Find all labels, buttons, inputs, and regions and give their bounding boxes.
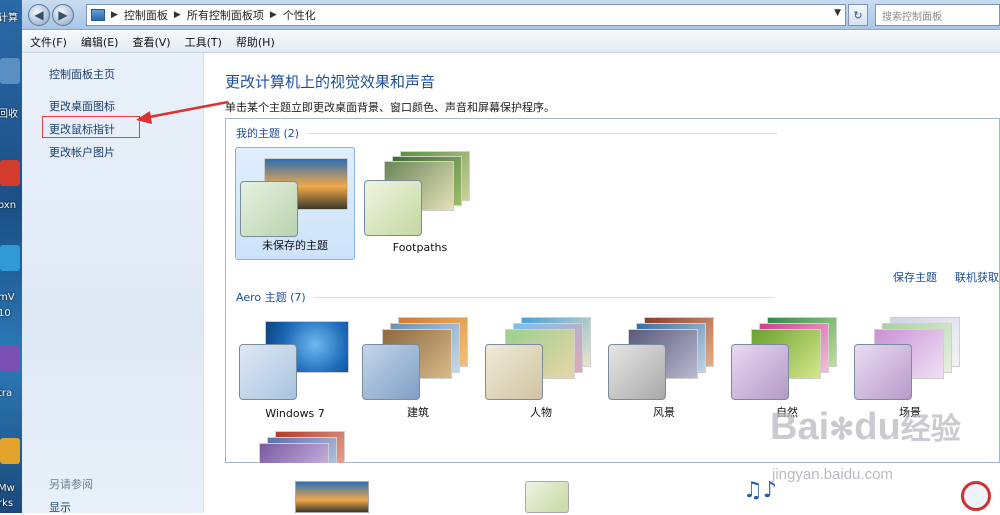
page-title: 更改计算机上的视觉效果和声音	[225, 73, 436, 91]
menu-help[interactable]: 帮助(H)	[236, 34, 275, 50]
window-color-swatch	[240, 181, 298, 237]
desktop-label: mV	[0, 292, 15, 303]
nav-control-panel-home[interactable]: 控制面板主页	[49, 66, 115, 82]
breadcrumb-chevron-icon: ▶	[111, 10, 118, 20]
breadcrumb-personalization[interactable]: 个性化	[283, 7, 316, 23]
theme-label: 人物	[530, 406, 552, 419]
address-bar-row: ◀ ▶ ▶ 控制面板 ▶ 所有控制面板项 ▶ 个性化 ▼ ↻ 搜索控制面板	[22, 0, 1000, 30]
menu-edit[interactable]: 编辑(E)	[81, 34, 119, 50]
nav-change-mouse-pointer[interactable]: 更改鼠标指针	[49, 121, 115, 137]
recycle-bin-icon[interactable]	[0, 58, 20, 84]
menu-tools[interactable]: 工具(T)	[185, 34, 222, 50]
watermark-brand: Bai	[770, 406, 830, 448]
theme-label: Windows 7	[265, 407, 325, 420]
save-theme-link[interactable]: 保存主题	[893, 269, 937, 285]
menu-view[interactable]: 查看(V)	[132, 34, 170, 50]
theme-label: 建筑	[407, 406, 429, 419]
watermark-url: jingyan.baidu.com	[772, 466, 893, 483]
desktop-label: Mw	[0, 483, 15, 494]
app-icon[interactable]	[0, 160, 20, 186]
window-color-swatch	[364, 180, 422, 236]
nav-change-account-picture[interactable]: 更改帐户图片	[49, 144, 115, 160]
teamviewer-icon[interactable]	[0, 245, 20, 271]
theme-label: 未保存的主题	[262, 239, 328, 252]
breadcrumb-chevron-icon: ▶	[269, 10, 277, 20]
aero-themes-group: Aero 主题 (7)	[236, 289, 774, 305]
get-more-themes-online-link[interactable]: 联机获取	[955, 269, 999, 285]
search-input[interactable]: 搜索控制面板	[875, 4, 1000, 26]
desktop-label: 回收	[0, 109, 18, 120]
refresh-button[interactable]: ↻	[848, 4, 868, 26]
forward-button[interactable]: ▶	[52, 4, 74, 26]
desktop-label: oxn	[0, 200, 17, 211]
breadcrumb-all-items[interactable]: 所有控制面板项	[187, 7, 264, 23]
page-subtitle: 单击某个主题立即更改桌面背景、窗口颜色、声音和屏幕保护程序。	[225, 101, 555, 114]
watermark-brand: du	[854, 406, 901, 448]
app-icon[interactable]	[0, 438, 20, 464]
theme-characters[interactable]: 人物	[481, 313, 601, 426]
theme-windows7[interactable]: Windows 7	[235, 313, 355, 426]
theme-footpaths[interactable]: Footpaths	[360, 147, 480, 260]
my-themes-label: 我的主题 (2)	[236, 127, 300, 140]
theme-aero-7[interactable]	[235, 427, 355, 463]
desktop-label: 计算	[0, 13, 18, 24]
theme-landscapes[interactable]: 风景	[604, 313, 724, 426]
theme-actions: 保存主题 联机获取	[893, 269, 999, 285]
screensaver-none-icon[interactable]	[961, 481, 991, 511]
breadcrumb-chevron-icon: ▶	[173, 10, 181, 20]
desktop-label: 10	[0, 308, 11, 319]
desktop-label: rks	[0, 498, 14, 509]
watermark: Bai✻du经验 jingyan.baidu.com	[770, 404, 961, 483]
nav-change-desktop-icons[interactable]: 更改桌面图标	[49, 98, 115, 114]
annotation-arrow-icon	[136, 100, 229, 124]
desktop-strip: 计算 回收 oxn mV 10 tra Mw rks	[0, 0, 22, 513]
theme-label: 风景	[653, 406, 675, 419]
theme-unsaved[interactable]: 未保存的主题	[235, 147, 355, 260]
menu-file[interactable]: 文件(F)	[30, 34, 67, 50]
address-field[interactable]: ▶ 控制面板 ▶ 所有控制面板项 ▶ 个性化 ▼	[86, 4, 846, 26]
theme-architecture[interactable]: 建筑	[358, 313, 478, 426]
menu-bar: 文件(F) 编辑(E) 查看(V) 工具(T) 帮助(H)	[22, 31, 1000, 53]
my-themes-group: 我的主题 (2)	[236, 125, 778, 141]
app-icon[interactable]	[0, 345, 20, 371]
desktop-background-preview[interactable]	[295, 481, 369, 513]
back-button[interactable]: ◀	[28, 4, 50, 26]
see-also-heading: 另请参阅	[49, 478, 93, 491]
theme-label: Footpaths	[392, 241, 448, 254]
watermark-brand: 经验	[900, 413, 961, 446]
address-dropdown-icon[interactable]: ▼	[834, 8, 841, 18]
desktop-label: tra	[0, 388, 13, 399]
control-panel-icon	[91, 9, 105, 21]
aero-themes-label: Aero 主题 (7)	[236, 291, 306, 304]
watermark-paw-icon: ✻	[829, 413, 855, 446]
window-color-preview[interactable]	[525, 481, 569, 513]
breadcrumb-control-panel[interactable]: 控制面板	[124, 7, 168, 23]
